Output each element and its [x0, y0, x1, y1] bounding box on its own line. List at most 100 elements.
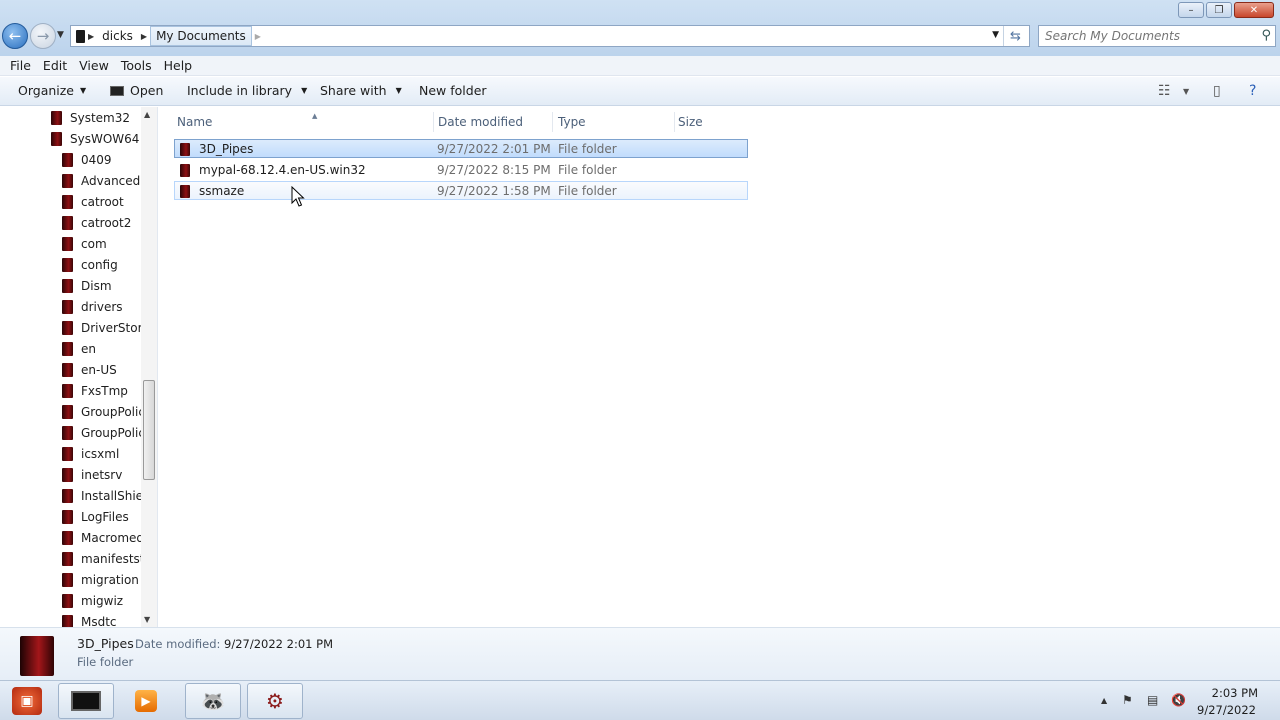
taskbar-app-button[interactable]: 🦝 [185, 683, 241, 719]
details-date: Date modified: 9/27/2022 2:01 PM [135, 637, 333, 651]
scrollbar-thumb[interactable] [143, 380, 155, 480]
nav-item[interactable]: manifeststc [62, 549, 151, 569]
sort-ascending-icon: ▲ [312, 112, 318, 120]
clock-date[interactable]: 9/27/2022 [1197, 703, 1256, 717]
open-button[interactable]: Open [110, 83, 163, 98]
folder-icon [180, 163, 190, 177]
view-options-icon[interactable]: ☷ [1158, 83, 1171, 99]
network-icon[interactable]: ▤ [1147, 693, 1158, 707]
column-header-type[interactable]: Type [555, 112, 675, 132]
menu-edit[interactable]: Edit [37, 58, 73, 73]
new-folder-button[interactable]: New folder [419, 83, 487, 98]
column-type-label: Type [558, 115, 586, 129]
show-hidden-icons-icon[interactable]: ▲ [1101, 696, 1107, 705]
file-name-label: ssmaze [199, 184, 245, 198]
search-input[interactable] [1045, 29, 1245, 43]
organize-button[interactable]: Organize ▼ [18, 83, 86, 98]
nav-item[interactable]: SysWOW64 [51, 129, 139, 149]
nav-item-label: SysWOW64 [70, 132, 140, 146]
close-button[interactable]: ✕ [1234, 2, 1274, 18]
scroll-down-icon[interactable]: ▼ [144, 615, 150, 624]
forward-button[interactable]: → [30, 23, 56, 49]
nav-item[interactable]: System32 [51, 108, 130, 128]
nav-item[interactable]: Msdtc [62, 612, 117, 627]
start-button[interactable]: ▣ [12, 687, 42, 715]
column-header-size[interactable]: Size [675, 112, 745, 132]
chevron-right-icon[interactable]: ▶ [252, 32, 264, 41]
nav-item[interactable]: inetsrv [62, 465, 122, 485]
nav-item[interactable]: Macromed [62, 528, 144, 548]
chevron-right-icon[interactable]: ▶ [85, 32, 97, 41]
nav-item[interactable]: Dism [62, 276, 112, 296]
nav-item-label: DriverStore [81, 321, 150, 335]
details-type: File folder [77, 655, 134, 669]
scroll-up-icon[interactable]: ▲ [144, 110, 150, 119]
arrow-right-icon: → [36, 27, 50, 45]
folder-icon [51, 132, 62, 146]
nav-item[interactable]: FxsTmp [62, 381, 128, 401]
menu-help[interactable]: Help [158, 58, 199, 73]
menu-view[interactable]: View [73, 58, 115, 73]
clock-time[interactable]: 2:03 PM [1212, 686, 1258, 700]
taskbar-media-player-button[interactable]: ▶ [120, 683, 172, 719]
chevron-down-icon[interactable]: ▼ [1183, 87, 1189, 96]
breadcrumb-my-documents[interactable]: My Documents [150, 26, 252, 46]
file-row[interactable]: 3D_Pipes 9/27/2022 2:01 PM File folder [174, 139, 748, 158]
folder-icon [62, 510, 73, 524]
nav-item-label: migration [81, 573, 139, 587]
nav-item[interactable]: InstallShiel [62, 486, 146, 506]
help-icon[interactable]: ? [1249, 83, 1256, 99]
nav-item[interactable]: GroupPolic [62, 402, 145, 422]
chevron-right-icon[interactable]: ▶ [138, 32, 150, 41]
file-row[interactable]: ssmaze 9/27/2022 1:58 PM File folder [174, 181, 748, 200]
back-button[interactable]: ← [2, 23, 28, 49]
search-box[interactable]: ⚲ [1038, 25, 1276, 47]
breadcrumb-dicks[interactable]: dicks [97, 26, 138, 46]
nav-item[interactable]: en [62, 339, 96, 359]
nav-item[interactable]: LogFiles [62, 507, 129, 527]
nav-scrollbar[interactable]: ▲ ▼ [141, 107, 157, 627]
taskbar-settings-button[interactable]: ⚙ [247, 683, 303, 719]
maximize-button[interactable]: ❐ [1206, 2, 1232, 18]
preview-pane-icon[interactable]: ▯ [1213, 83, 1221, 99]
nav-item[interactable]: com [62, 234, 107, 254]
nav-item[interactable]: en-US [62, 360, 117, 380]
file-row[interactable]: mypal-68.12.4.en-US.win32 9/27/2022 8:15 … [174, 160, 748, 179]
column-date-label: Date modified [438, 115, 524, 129]
search-icon[interactable]: ⚲ [1261, 28, 1271, 43]
flag-icon[interactable]: ⚑ [1122, 693, 1133, 707]
nav-item[interactable]: catroot2 [62, 213, 131, 233]
share-with-button[interactable]: Share with ▼ [320, 83, 402, 98]
address-bar[interactable]: ▶ dicks ▶ My Documents ▶ ▼ ⇆ [70, 25, 1030, 47]
column-header-date[interactable]: Date modified [435, 112, 553, 132]
minimize-button[interactable]: – [1178, 2, 1204, 18]
folder-icon [51, 111, 62, 125]
folder-icon [180, 142, 190, 156]
nav-item[interactable]: AdvancedIn [62, 171, 151, 191]
nav-item[interactable]: GroupPolic [62, 423, 145, 443]
taskbar-explorer-button[interactable] [58, 683, 114, 719]
column-header-name[interactable]: Name ▲ [174, 112, 434, 132]
file-type: File folder [558, 184, 617, 198]
nav-item[interactable]: DriverStore [62, 318, 150, 338]
refresh-button[interactable]: ⇆ [1003, 26, 1027, 46]
file-type: File folder [558, 142, 617, 156]
menu-tools[interactable]: Tools [115, 58, 158, 73]
menu-bar: File Edit View Tools Help [0, 56, 1280, 76]
nav-item[interactable]: 0409 [62, 150, 112, 170]
nav-item[interactable]: icsxml [62, 444, 119, 464]
menu-file[interactable]: File [4, 58, 37, 73]
include-in-library-button[interactable]: Include in library ▼ [187, 83, 307, 98]
nav-item[interactable]: migwiz [62, 591, 123, 611]
address-dropdown-icon[interactable]: ▼ [992, 30, 999, 40]
nav-item[interactable]: drivers [62, 297, 123, 317]
refresh-icon: ⇆ [1010, 28, 1021, 44]
nav-item[interactable]: config [62, 255, 118, 275]
nav-item[interactable]: migration [62, 570, 139, 590]
folder-icon [62, 405, 73, 419]
nav-item[interactable]: catroot [62, 192, 124, 212]
folder-icon [62, 153, 73, 167]
recent-pages-dropdown-icon[interactable]: ▼ [57, 30, 64, 40]
volume-muted-icon[interactable]: 🔇 [1171, 693, 1186, 707]
nav-item-label: GroupPolic [81, 426, 145, 440]
